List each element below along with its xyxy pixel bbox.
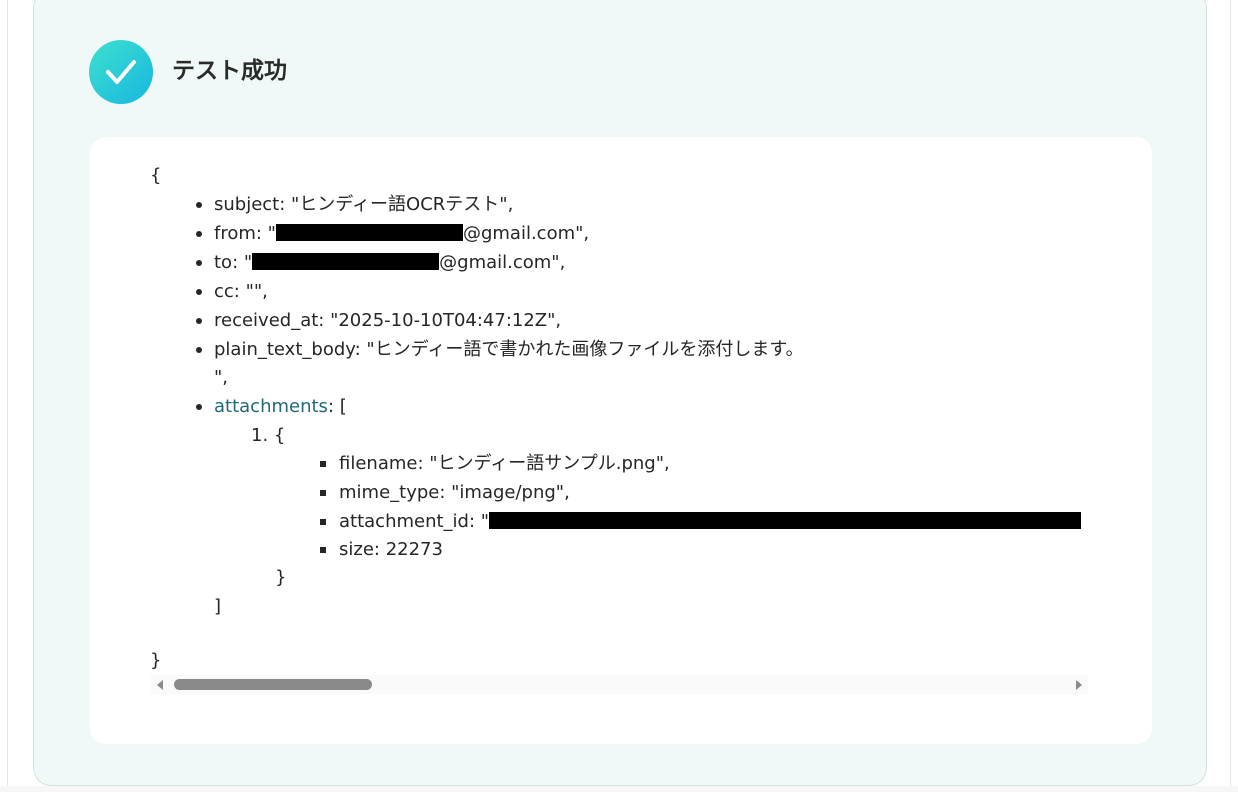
- bullet-square-icon: [320, 519, 326, 525]
- json-field-plain-text-body-end: ",: [214, 367, 229, 388]
- list-item-number: 1.: [251, 425, 269, 446]
- json-attachment-item-1: 1. {: [251, 422, 285, 450]
- bullet-square-icon: [320, 490, 326, 496]
- json-field-from: from: " @gmail.com",: [214, 220, 589, 248]
- json-field-cc: cc: "",: [214, 281, 268, 302]
- json-field-subject: subject: "ヒンディー語OCRテスト",: [214, 194, 514, 215]
- json-field-plain-text-body: plain_text_body: "ヒンディー語で書かれた画像ファイルを添付しま…: [214, 339, 804, 360]
- page-right-border: [1230, 0, 1231, 792]
- json-to-suffix: @gmail.com",: [439, 252, 566, 273]
- json-field-size: size: 22273: [339, 539, 443, 560]
- bullet-icon: [196, 289, 202, 295]
- json-close-brace: }: [150, 650, 162, 671]
- json-field-attachment-id: attachment_id: ": [339, 508, 1082, 536]
- bullet-icon: [196, 260, 202, 266]
- json-field-received-at: received_at: "2025-10-10T04:47:12Z",: [214, 310, 562, 331]
- bullet-square-icon: [320, 547, 326, 553]
- scrollbar-thumb[interactable]: [174, 679, 372, 690]
- redacted-block: [252, 253, 440, 270]
- json-attachments-close: ]: [214, 596, 222, 617]
- bullet-icon: [196, 404, 202, 410]
- page-title: テスト成功: [172, 58, 287, 84]
- json-to-prefix: to: ": [214, 252, 253, 273]
- redacted-block: [275, 224, 463, 241]
- json-from-suffix: @gmail.com",: [462, 223, 590, 244]
- json-item-open-brace: {: [273, 425, 286, 446]
- json-open-brace: {: [150, 165, 162, 186]
- bullet-icon: [196, 318, 202, 324]
- json-field-mime-type: mime_type: "image/png",: [339, 482, 570, 503]
- page-left-border: [7, 0, 8, 792]
- success-check-icon: [89, 40, 153, 104]
- json-field-filename: filename: "ヒンディー語サンプル.png",: [339, 453, 670, 474]
- bullet-icon: [196, 231, 202, 237]
- redacted-block: [489, 512, 1082, 529]
- attachments-link[interactable]: attachments: [214, 396, 328, 417]
- bullet-icon: [196, 347, 202, 353]
- bullet-icon: [196, 202, 202, 208]
- bottom-divider: [0, 786, 1238, 792]
- json-field-attachments: attachments: [: [214, 393, 347, 421]
- json-from-prefix: from: ": [214, 223, 276, 244]
- bullet-square-icon: [320, 461, 326, 467]
- json-attachments-open: : [: [327, 396, 347, 417]
- json-attachment-id-prefix: attachment_id: ": [339, 511, 490, 532]
- json-field-to: to: " @gmail.com",: [214, 249, 565, 277]
- json-item-close-brace: }: [275, 567, 287, 588]
- scroll-right-arrow-icon[interactable]: [1076, 680, 1082, 690]
- horizontal-scrollbar[interactable]: [151, 675, 1088, 694]
- scroll-left-arrow-icon[interactable]: [157, 680, 163, 690]
